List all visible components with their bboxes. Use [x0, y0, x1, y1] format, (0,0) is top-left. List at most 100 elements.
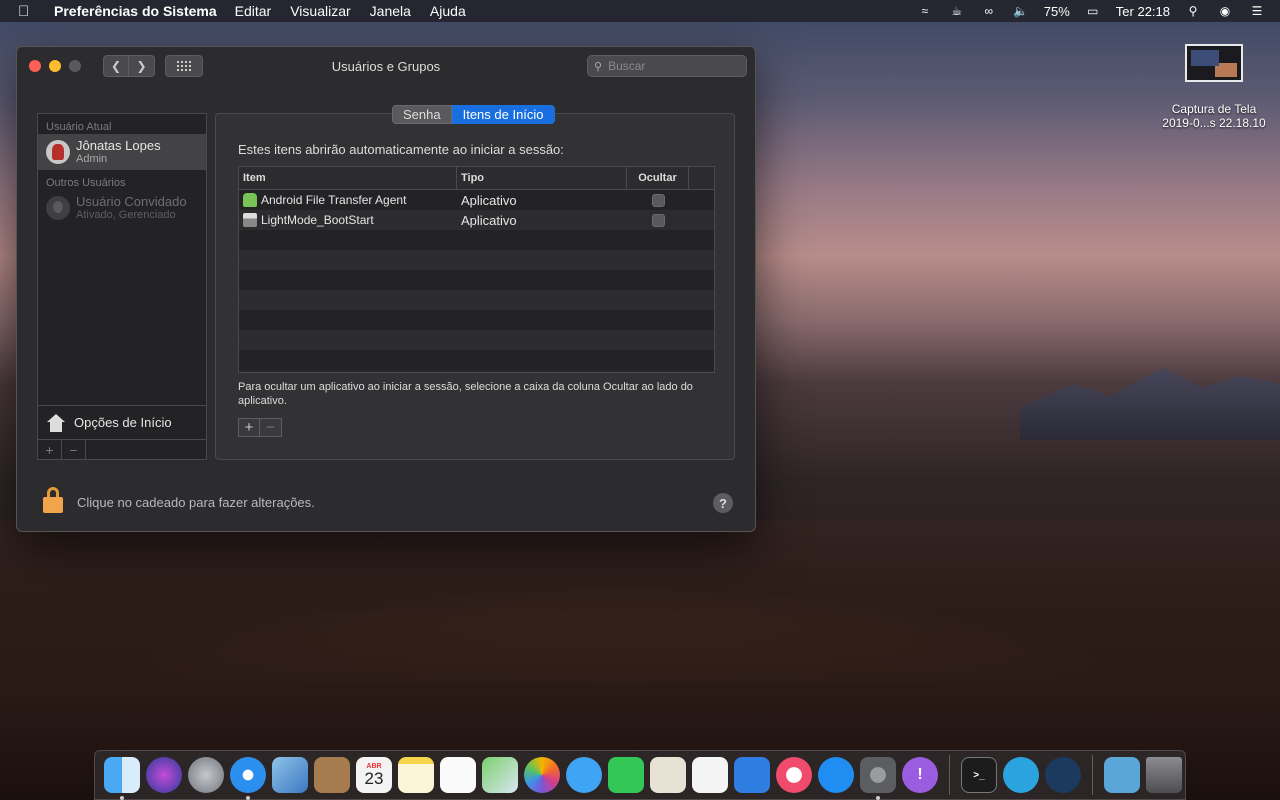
column-ocultar[interactable]: Ocultar [627, 167, 689, 189]
item-name: Android File Transfer Agent [261, 193, 407, 207]
lightmode-icon [243, 213, 257, 227]
tab-itens-de-inicio[interactable]: Itens de Início [451, 105, 555, 124]
dock-separator [949, 755, 950, 795]
tab-senha[interactable]: Senha [392, 105, 452, 124]
empty-row [239, 350, 714, 370]
title-bar[interactable]: ❮ ❯ Usuários e Grupos ⚲ [17, 47, 755, 85]
zoom-button[interactable] [69, 60, 81, 72]
help-button[interactable]: ? [713, 493, 733, 513]
table-body: Android File Transfer Agent Aplicativo L… [239, 190, 714, 370]
dock-separator [1092, 755, 1093, 795]
app-store-icon[interactable] [818, 757, 854, 793]
contacts-icon[interactable] [314, 757, 350, 793]
add-login-item-button[interactable]: + [238, 418, 260, 437]
menu-bar:  Preferências do Sistema Editar Visuali… [0, 0, 1280, 22]
numbers-icon[interactable] [692, 757, 728, 793]
sidebar-user-guest[interactable]: Usuário Convidado Ativado, Gerenciado [38, 190, 206, 226]
empty-row [239, 290, 714, 310]
minimize-button[interactable] [49, 60, 61, 72]
creative-cloud-icon[interactable]: ∞ [980, 4, 998, 18]
item-type: Aplicativo [461, 192, 517, 208]
app-menu[interactable]: Preferências do Sistema [54, 3, 217, 19]
hide-instructions: Para ocultar um aplicativo ao iniciar a … [238, 381, 693, 407]
siri-icon[interactable]: ◉ [1216, 4, 1234, 18]
show-all-button[interactable] [165, 55, 203, 77]
menu-editar[interactable]: Editar [235, 3, 272, 19]
finder-icon[interactable] [104, 757, 140, 800]
battery-icon[interactable]: ▭ [1084, 4, 1102, 18]
volume-icon[interactable]: 🔈 [1012, 4, 1030, 18]
itunes-icon[interactable] [776, 757, 812, 793]
messages-icon[interactable] [566, 757, 602, 793]
sidebar-user-jonatas[interactable]: Jônatas Lopes Admin [38, 134, 206, 170]
table-header: Item Tipo Ocultar [239, 167, 714, 190]
users-groups-window: ❮ ❯ Usuários e Grupos ⚲ Usuário Atual Jô… [16, 46, 756, 532]
column-tipo[interactable]: Tipo [457, 167, 627, 189]
remove-login-item-button[interactable]: − [260, 418, 282, 437]
other-users-header: Outros Usuários [46, 177, 126, 189]
add-user-button[interactable]: + [38, 440, 62, 459]
table-row[interactable]: LightMode_BootStart Aplicativo [239, 210, 714, 230]
battery-percent[interactable]: 75% [1044, 4, 1070, 19]
safari-icon[interactable] [230, 757, 266, 800]
lock-message: Clique no cadeado para fazer alterações. [77, 495, 315, 510]
trash-icon[interactable] [1146, 757, 1182, 793]
guest-avatar-icon [46, 196, 70, 220]
user-name: Jônatas Lopes [76, 138, 161, 153]
desktop-screenshot-file[interactable]: Captura de Tela 2019-0...s 22.18.10 [1150, 44, 1278, 130]
house-icon [46, 413, 66, 432]
search-icon: ⚲ [594, 60, 603, 73]
search-field[interactable]: ⚲ [587, 55, 747, 77]
feedback-assistant-icon[interactable]: ! [902, 757, 938, 793]
cup-icon[interactable]: ☕ [948, 4, 966, 18]
menu-visualizar[interactable]: Visualizar [290, 3, 350, 19]
system-preferences-icon[interactable] [860, 757, 896, 800]
notification-center-icon[interactable]: ☰ [1248, 4, 1266, 18]
item-name: LightMode_BootStart [261, 213, 374, 227]
telegram-icon[interactable] [1003, 757, 1039, 793]
empty-row [239, 250, 714, 270]
login-items-panel: Senha Itens de Início Estes itens abrirã… [215, 105, 735, 460]
users-sidebar: Usuário Atual Jônatas Lopes Admin Outros… [37, 113, 207, 460]
lock-icon[interactable] [43, 487, 63, 513]
panel-description: Estes itens abrirão automaticamente ao i… [238, 142, 564, 157]
remove-user-button[interactable]: − [62, 440, 86, 459]
clock[interactable]: Ter 22:18 [1116, 4, 1170, 19]
steam-icon[interactable] [1045, 757, 1081, 793]
notes-icon[interactable] [398, 757, 434, 793]
preview-icon[interactable] [650, 757, 686, 793]
hide-checkbox[interactable] [651, 193, 665, 207]
login-options-item[interactable]: Opções de Início [38, 405, 206, 439]
facetime-icon[interactable] [608, 757, 644, 793]
column-item[interactable]: Item [239, 167, 457, 189]
chevron-right-icon: ❯ [136, 59, 147, 73]
user-role: Admin [76, 153, 108, 165]
empty-row [239, 270, 714, 290]
menu-ajuda[interactable]: Ajuda [430, 3, 466, 19]
calendar-icon[interactable]: ABR 23 [356, 757, 392, 793]
reminders-icon[interactable] [440, 757, 476, 793]
maps-icon[interactable] [482, 757, 518, 793]
hide-checkbox[interactable] [651, 213, 665, 227]
launchpad-icon[interactable] [188, 757, 224, 793]
dock: ABR 23 ! >_ [94, 750, 1186, 800]
mail-icon[interactable] [272, 757, 308, 793]
keynote-icon[interactable] [734, 757, 770, 793]
photos-icon[interactable] [524, 757, 560, 793]
siri-icon[interactable] [146, 757, 182, 793]
avatar [46, 140, 70, 164]
empty-row [239, 310, 714, 330]
file-name-line2: 2019-0...s 22.18.10 [1162, 116, 1266, 130]
search-input[interactable] [608, 59, 729, 73]
close-button[interactable] [29, 60, 41, 72]
airplay-icon[interactable]: ≈ [916, 4, 934, 18]
terminal-icon[interactable]: >_ [961, 757, 997, 793]
forward-button[interactable]: ❯ [129, 55, 155, 77]
menu-janela[interactable]: Janela [370, 3, 411, 19]
login-options-label: Opções de Início [74, 415, 172, 430]
spotlight-search-icon[interactable]: ⚲ [1184, 4, 1202, 18]
downloads-folder-icon[interactable] [1104, 757, 1140, 793]
apple-menu-icon[interactable]:  [18, 3, 36, 20]
table-row[interactable]: Android File Transfer Agent Aplicativo [239, 190, 714, 210]
back-button[interactable]: ❮ [103, 55, 129, 77]
